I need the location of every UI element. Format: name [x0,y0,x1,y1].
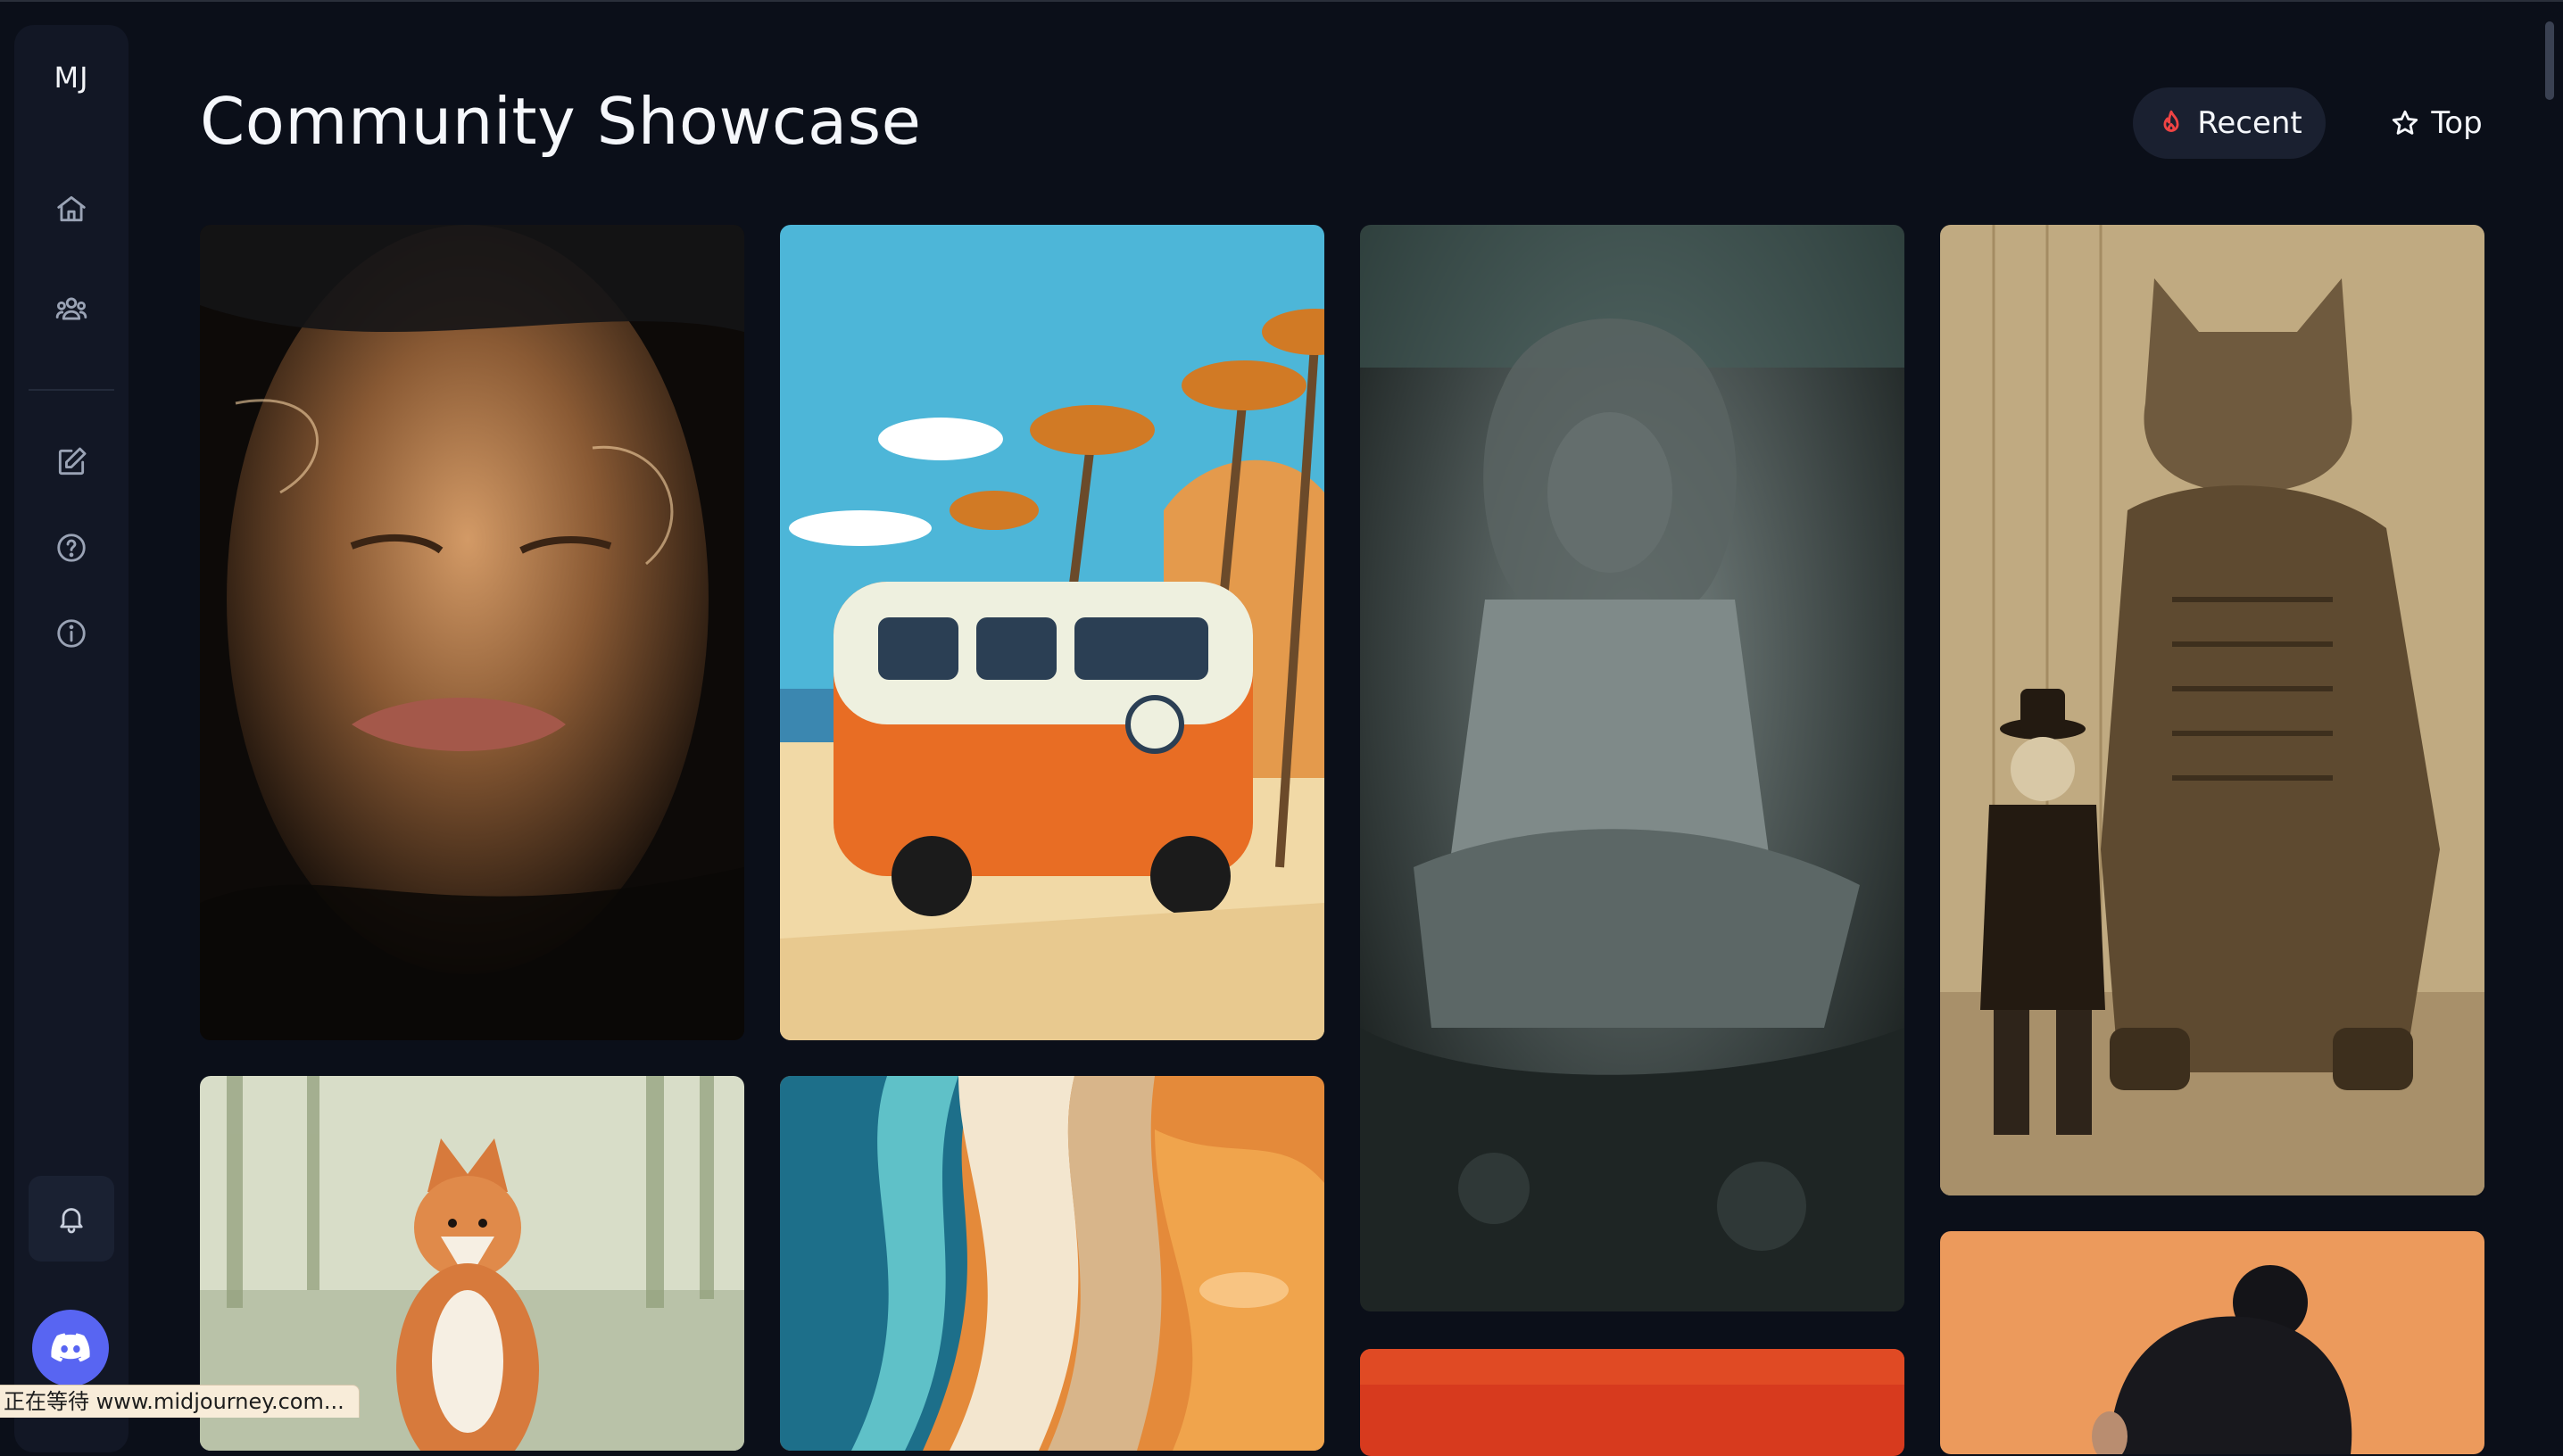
gallery-image-abstract-fluid[interactable] [780,1076,1324,1451]
scrollbar-thumb[interactable] [2545,21,2554,100]
gallery-image-red[interactable] [1360,1349,1904,1456]
status-bar: 正在等待 www.midjourney.com... [0,1385,360,1418]
gallery-image-mechanical-cat[interactable] [1940,225,2484,1195]
gallery-image-fantasy-figure[interactable] [1360,225,1904,1311]
gallery [0,2,2563,1456]
gallery-image-woman-bun[interactable] [1940,1231,2484,1454]
gallery-image-woman-face[interactable] [200,225,744,1040]
gallery-image-vw-van[interactable] [780,225,1324,1040]
